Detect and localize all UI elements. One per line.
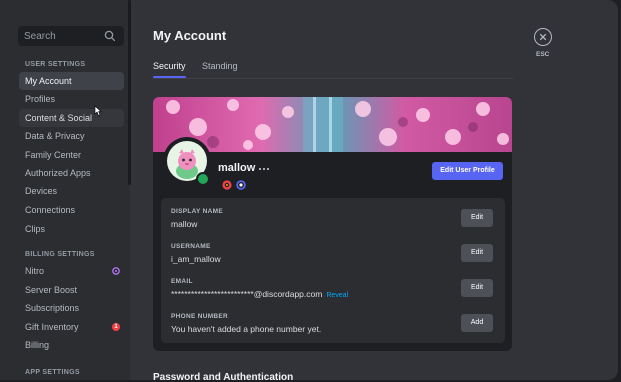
profile-card: mallow Edit User Profile DISPLAY NAME ma… [153,97,512,351]
sidebar-item-devices[interactable]: Devices [19,182,124,200]
field-value-phone: You haven't added a phone number yet. [171,324,322,334]
section-header-app-settings: APP SETTINGS [25,369,80,376]
sidebar-scrollbar[interactable] [128,0,131,185]
tab-divider [153,78,513,79]
edit-user-profile-button[interactable]: Edit User Profile [432,162,503,180]
email-text: *************************@discordapp.com [171,289,323,299]
field-value-email: *************************@discordapp.com… [171,289,348,299]
sidebar-item-nitro[interactable]: Nitro [19,262,124,280]
search-box[interactable] [18,26,124,46]
sidebar-item-connections[interactable]: Connections [19,201,124,219]
tab-standing[interactable]: Standing [202,61,238,71]
esc-label: ESC [536,51,550,58]
ellipsis-icon[interactable] [258,167,270,171]
active-tab-indicator [153,76,186,78]
close-icon [539,33,546,40]
search-input[interactable] [24,29,104,43]
sidebar-item-subscriptions[interactable]: Subscriptions [19,299,124,317]
notification-badge: 1 [112,323,120,331]
edit-username-button[interactable]: Edit [461,244,493,262]
mouse-cursor-icon [94,105,102,116]
sidebar-item-clips[interactable]: Clips [19,220,124,238]
page-title: My Account [153,28,227,43]
profile-banner [153,97,512,152]
online-status-indicator [196,172,210,186]
tab-security[interactable]: Security [153,61,186,71]
field-value-display-name: mallow [171,219,198,229]
profile-username: mallow [218,162,256,174]
password-authentication-heading: Password and Authentication [153,372,294,380]
active-developer-badge-icon [236,180,246,190]
sidebar-item-label: Nitro [25,266,45,276]
sidebar-item-data-privacy[interactable]: Data & Privacy [19,127,124,145]
account-info-box: DISPLAY NAME mallow Edit USERNAME i_am_m… [161,198,505,343]
sidebar-item-family-center[interactable]: Family Center [19,146,124,164]
edit-email-button[interactable]: Edit [461,279,493,297]
sidebar-item-content-social[interactable]: Content & Social [19,109,124,127]
field-label-username: USERNAME [171,243,211,250]
sidebar-item-profiles[interactable]: Profiles [19,90,124,108]
nitro-icon [112,267,120,275]
section-header-billing-settings: BILLING SETTINGS [25,251,95,258]
sidebar-item-server-boost[interactable]: Server Boost [19,281,124,299]
main-content: My Account Security Standing mallow Edit… [153,0,513,380]
sidebar-item-gift-inventory[interactable]: Gift Inventory 1 [19,318,124,336]
sidebar-item-label: Gift Inventory [25,322,79,332]
add-phone-button[interactable]: Add [461,314,493,332]
sidebar-item-my-account[interactable]: My Account [19,72,124,90]
sidebar-item-authorized-apps[interactable]: Authorized Apps [19,164,124,182]
edit-display-name-button[interactable]: Edit [461,209,493,227]
field-value-username: i_am_mallow [171,254,221,264]
settings-window: USER SETTINGS My Account Profiles Conten… [0,0,618,380]
hypesquad-badge-icon [222,180,232,190]
section-header-user-settings: USER SETTINGS [25,61,86,68]
profile-badges [222,180,246,190]
settings-sidebar: USER SETTINGS My Account Profiles Conten… [0,0,130,380]
reveal-email-link[interactable]: Reveal [326,292,348,299]
field-label-display-name: DISPLAY NAME [171,208,224,215]
search-icon [104,30,116,42]
field-label-phone: PHONE NUMBER [171,313,229,320]
close-button[interactable] [534,28,552,46]
sidebar-item-billing[interactable]: Billing [19,336,124,354]
field-label-email: EMAIL [171,278,193,285]
